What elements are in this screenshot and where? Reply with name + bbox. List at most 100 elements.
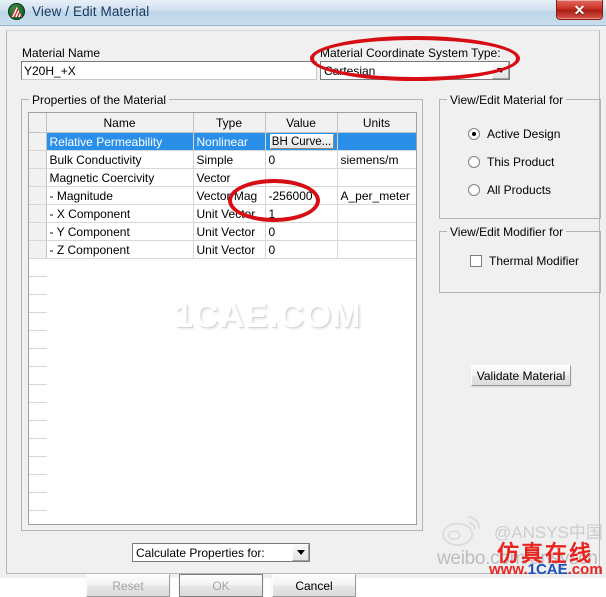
reset-button-label: Reset [112, 578, 144, 593]
row-selector-cell-empty [29, 474, 47, 493]
cell-name[interactable]: - X Component [46, 204, 194, 223]
cell-name[interactable]: Magnetic Coercivity [46, 168, 194, 187]
cell-empty [337, 259, 416, 277]
column-header-name[interactable]: Name [46, 113, 194, 133]
cell-name[interactable]: Bulk Conductivity [46, 150, 194, 169]
radio-all-products[interactable]: All Products [468, 183, 551, 197]
material-name-input[interactable] [21, 61, 317, 80]
table-row[interactable]: Relative Permeability Nonlinear BH Curve..… [29, 132, 416, 151]
table-row[interactable]: - Magnitude Vector Mag -256000 A_per_meter [29, 186, 416, 205]
cell-units[interactable] [337, 132, 416, 151]
cell-type[interactable]: Unit Vector [193, 240, 266, 259]
cell-value[interactable]: 0 [265, 222, 338, 241]
view-edit-modifier-for-title: View/Edit Modifier for [447, 225, 567, 239]
table-row[interactable]: Bulk Conductivity Simple 0 siemens/m [29, 150, 416, 169]
cell-empty [265, 439, 337, 457]
row-selector-cell[interactable] [29, 150, 47, 169]
row-selector-cell[interactable] [29, 204, 47, 223]
column-header-units[interactable]: Units [337, 113, 416, 133]
cell-units[interactable]: A_per_meter [337, 186, 416, 205]
cell-type[interactable]: Nonlinear [193, 132, 266, 151]
cancel-button[interactable]: Cancel [272, 574, 356, 597]
cell-units[interactable]: siemens/m [337, 150, 416, 169]
cell-units[interactable] [337, 240, 416, 259]
cell-empty [265, 259, 337, 277]
table-row-empty [29, 474, 416, 493]
cell-value[interactable]: 0 [265, 240, 338, 259]
view-edit-modifier-for-group: View/Edit Modifier for Thermal Modifier [439, 225, 601, 293]
column-header-type[interactable]: Type [193, 113, 266, 133]
cell-empty [46, 475, 193, 493]
bh-curve-button[interactable]: BH Curve... [269, 134, 334, 149]
cell-value[interactable]: -256000 [265, 186, 338, 205]
cell-units[interactable] [337, 204, 416, 223]
cell-units[interactable] [337, 222, 416, 241]
row-selector-cell-empty [29, 456, 47, 475]
radio-active-design[interactable]: Active Design [468, 127, 560, 141]
cell-empty [265, 403, 337, 421]
cell-type[interactable]: Unit Vector [193, 204, 266, 223]
cell-value[interactable]: BH Curve... [265, 132, 338, 151]
row-selector-cell[interactable] [29, 168, 47, 187]
cell-name[interactable]: - Magnitude [46, 186, 194, 205]
cell-value[interactable] [265, 168, 338, 187]
table-row-empty [29, 348, 416, 367]
table-row-empty [29, 384, 416, 403]
radio-label-active-design: Active Design [487, 127, 561, 141]
cell-value[interactable]: 0 [265, 150, 338, 169]
cell-type[interactable]: Simple [193, 150, 266, 169]
table-row[interactable]: Magnetic Coercivity Vector [29, 168, 416, 187]
cell-name[interactable]: - Z Component [46, 240, 194, 259]
table-row[interactable]: - X Component Unit Vector 1 [29, 204, 416, 223]
cell-empty [193, 403, 265, 421]
cell-empty [337, 475, 416, 493]
chevron-down-icon[interactable] [492, 62, 509, 79]
properties-table[interactable]: Name Type Value Units Relative Permeabil… [28, 112, 417, 525]
row-selector-cell[interactable] [29, 222, 47, 241]
cell-type[interactable]: Vector Mag [193, 186, 266, 205]
checkbox-thermal-modifier[interactable]: Thermal Modifier [470, 254, 579, 268]
table-row-empty [29, 456, 416, 475]
column-header-value[interactable]: Value [265, 113, 338, 133]
table-row-empty [29, 402, 416, 421]
cell-name[interactable]: - Y Component [46, 222, 194, 241]
cell-empty [265, 457, 337, 475]
row-selector-cell[interactable] [29, 132, 47, 151]
cell-empty [193, 331, 265, 349]
validate-material-button[interactable]: Validate Material [471, 365, 571, 386]
cell-empty [46, 493, 193, 511]
cell-type[interactable]: Unit Vector [193, 222, 266, 241]
table-row[interactable]: - Y Component Unit Vector 0 [29, 222, 416, 241]
cell-type[interactable]: Vector [193, 168, 266, 187]
dialog-client-area: Material Name Material Coordinate System… [6, 30, 601, 597]
close-button[interactable]: ✕ [556, 0, 603, 20]
row-selector-cell[interactable] [29, 240, 47, 259]
row-selector-cell[interactable] [29, 186, 47, 205]
row-selector-cell-empty [29, 294, 47, 313]
cell-empty [46, 367, 193, 385]
cell-empty [265, 295, 337, 313]
cell-name[interactable]: Relative Permeability [46, 132, 194, 151]
cell-empty [46, 439, 193, 457]
cell-value[interactable]: 1 [265, 204, 338, 223]
coordinate-system-type-value: Cartesian [324, 63, 376, 78]
cell-empty [46, 421, 193, 439]
calculate-properties-for-select[interactable]: Calculate Properties for: [132, 543, 310, 562]
reset-button[interactable]: Reset [86, 574, 170, 597]
table-row[interactable]: - Z Component Unit Vector 0 [29, 240, 416, 259]
table-header-row: Name Type Value Units [29, 113, 416, 133]
cell-empty [46, 403, 193, 421]
chevron-down-icon[interactable] [292, 544, 309, 561]
cell-units[interactable] [337, 168, 416, 187]
cell-empty [46, 259, 193, 277]
column-header-gutter [29, 113, 47, 133]
ok-button[interactable]: OK [179, 574, 263, 597]
radio-this-product[interactable]: This Product [468, 155, 554, 169]
cell-empty [337, 421, 416, 439]
cell-empty [337, 367, 416, 385]
coordinate-system-type-select[interactable]: Cartesian [320, 61, 510, 80]
checkbox-icon-unchecked [470, 255, 482, 267]
cell-empty [337, 385, 416, 403]
cell-empty [337, 457, 416, 475]
close-icon: ✕ [573, 1, 586, 18]
